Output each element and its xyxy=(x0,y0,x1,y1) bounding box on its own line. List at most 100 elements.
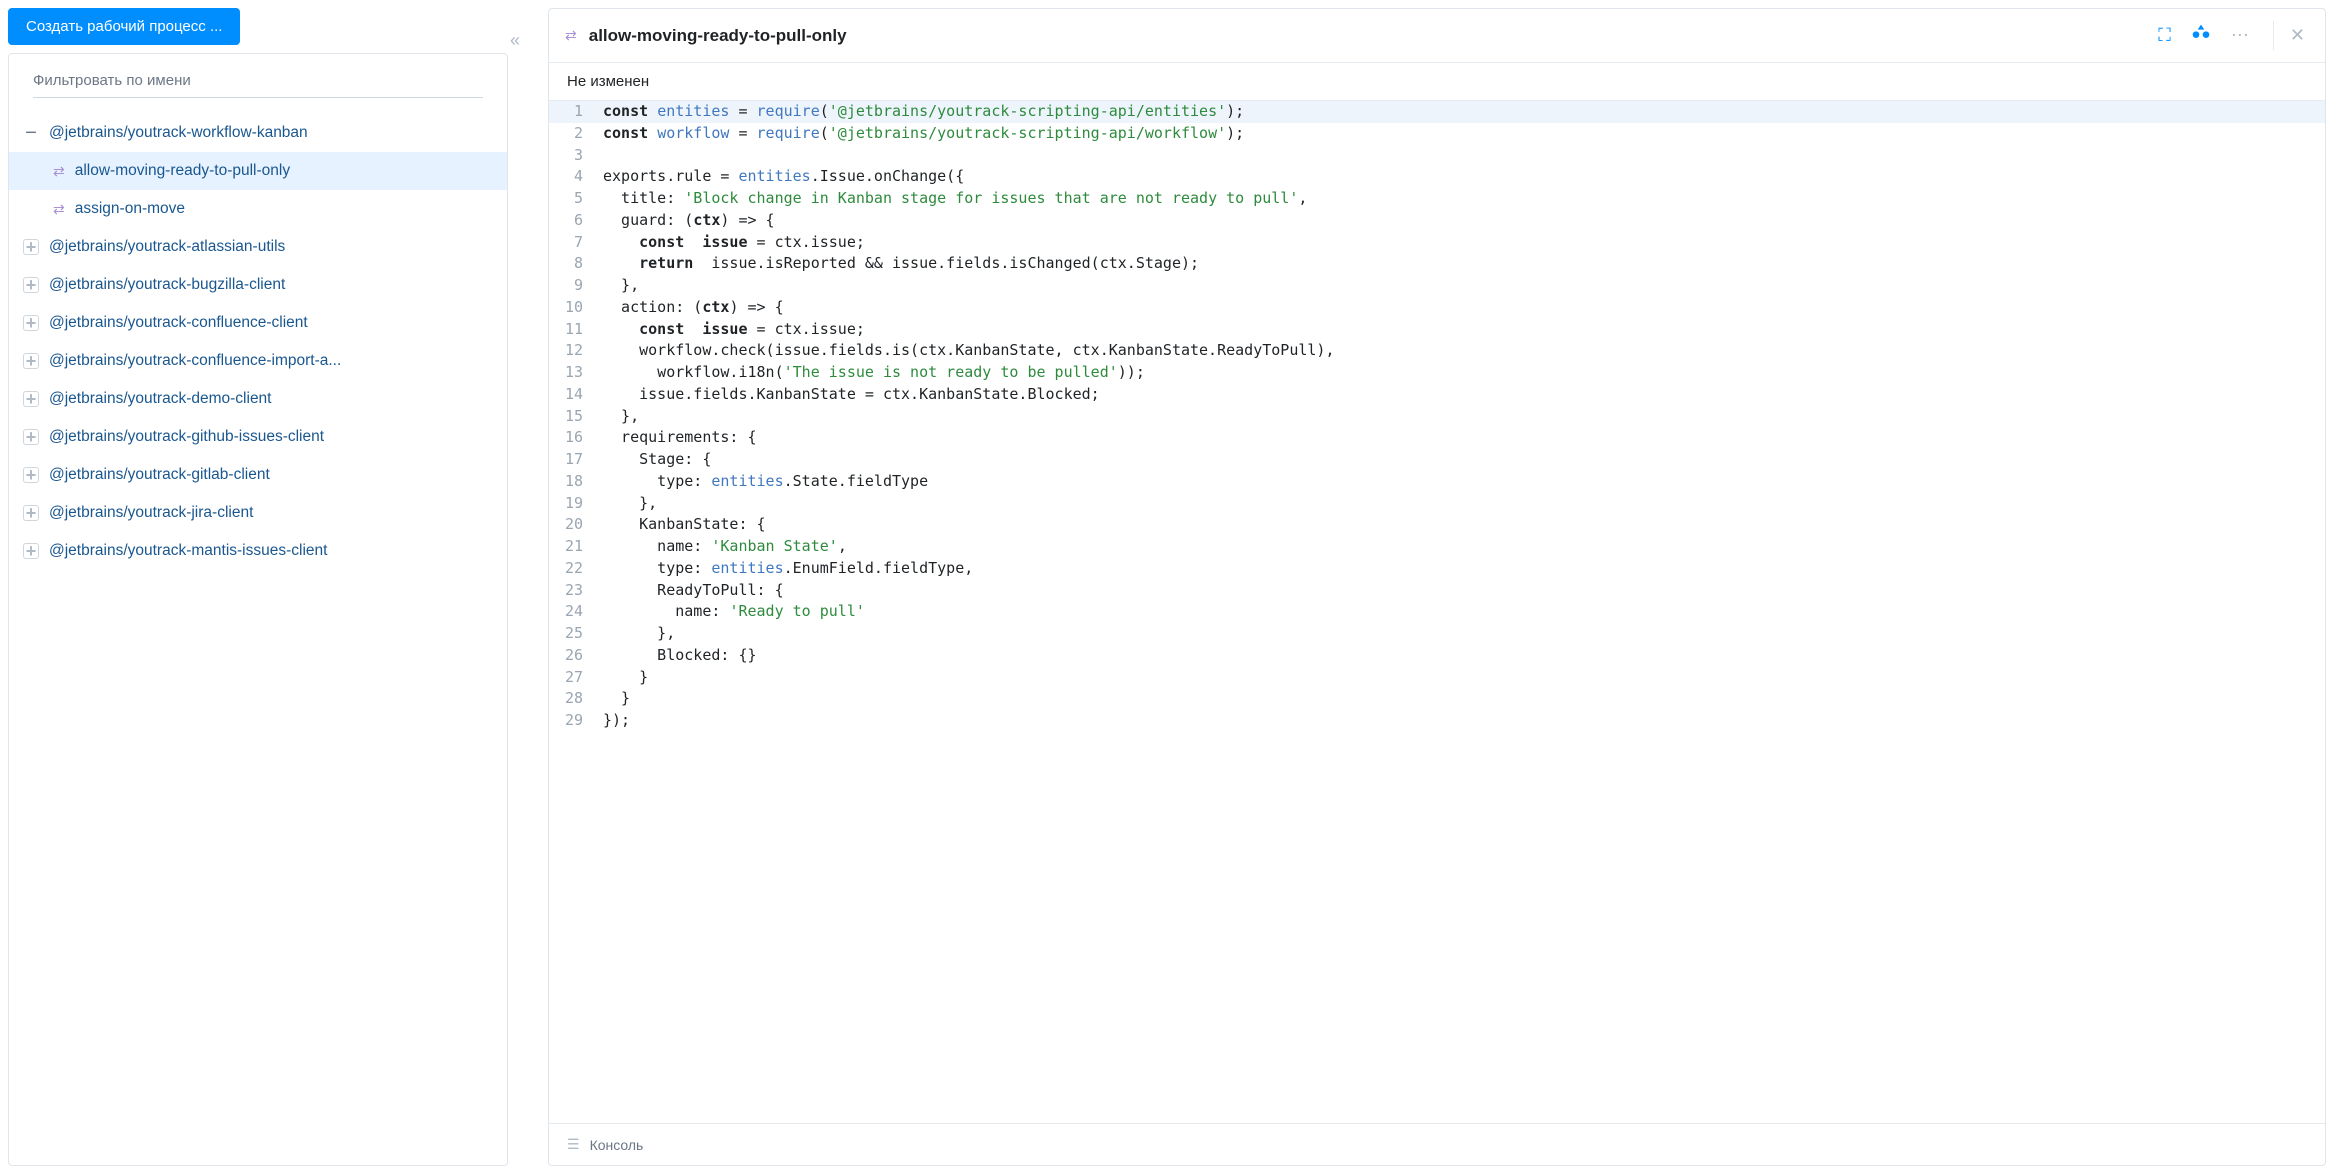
code-line[interactable]: 13 workflow.i18n('The issue is not ready… xyxy=(549,362,2325,384)
create-workflow-button[interactable]: Создать рабочий процесс ... xyxy=(8,8,240,45)
line-number: 3 xyxy=(549,145,595,167)
tree-item-collapsed[interactable]: + @jetbrains/youtrack-demo-client xyxy=(9,380,507,418)
console-toggle[interactable]: ☰ Консоль xyxy=(549,1123,2325,1165)
code-content: return issue.isReported && issue.fields.… xyxy=(595,253,1199,275)
line-number: 7 xyxy=(549,232,595,254)
code-line[interactable]: 22 type: entities.EnumField.fieldType, xyxy=(549,558,2325,580)
code-line[interactable]: 12 workflow.check(issue.fields.is(ctx.Ka… xyxy=(549,340,2325,362)
code-line[interactable]: 16 requirements: { xyxy=(549,427,2325,449)
line-number: 24 xyxy=(549,601,595,623)
workflow-icon: ⇄ xyxy=(53,163,65,180)
console-icon: ☰ xyxy=(567,1136,580,1153)
code-line[interactable]: 26 Blocked: {} xyxy=(549,645,2325,667)
code-content: } xyxy=(595,667,648,689)
tree-item-collapsed[interactable]: + @jetbrains/youtrack-github-issues-clien… xyxy=(9,418,507,456)
code-line[interactable]: 7 const issue = ctx.issue; xyxy=(549,232,2325,254)
code-line[interactable]: 27 } xyxy=(549,667,2325,689)
workflow-tree: − @jetbrains/youtrack-workflow-kanban ⇄ … xyxy=(9,108,507,576)
code-line[interactable]: 2const workflow = require('@jetbrains/yo… xyxy=(549,123,2325,145)
expand-icon[interactable]: + xyxy=(23,543,39,559)
code-line[interactable]: 28 } xyxy=(549,688,2325,710)
code-content: const workflow = require('@jetbrains/you… xyxy=(595,123,1244,145)
line-number: 28 xyxy=(549,688,595,710)
tree-label: @jetbrains/youtrack-gitlab-client xyxy=(49,466,270,484)
code-line[interactable]: 25 }, xyxy=(549,623,2325,645)
code-content: Blocked: {} xyxy=(595,645,757,667)
code-content: const issue = ctx.issue; xyxy=(595,319,865,341)
code-content: issue.fields.KanbanState = ctx.KanbanSta… xyxy=(595,384,1100,406)
tree-item-collapsed[interactable]: +@jetbrains/youtrack-confluence-import-a… xyxy=(9,342,507,380)
code-content: requirements: { xyxy=(595,427,757,449)
tree-item-collapsed[interactable]: +@jetbrains/youtrack-mantis-issues-clien… xyxy=(9,532,507,570)
code-content: type: entities.EnumField.fieldType, xyxy=(595,558,973,580)
line-number: 18 xyxy=(549,471,595,493)
collapse-sidebar-icon[interactable]: « xyxy=(510,30,516,51)
expand-icon[interactable]: + xyxy=(23,467,39,483)
tree-item-collapsed[interactable]: +@jetbrains/youtrack-bugzilla-client xyxy=(9,266,507,304)
code-content: title: 'Block change in Kanban stage for… xyxy=(595,188,1307,210)
code-line[interactable]: 6 guard: (ctx) => { xyxy=(549,210,2325,232)
code-line[interactable]: 8 return issue.isReported && issue.field… xyxy=(549,253,2325,275)
expand-icon[interactable]: + xyxy=(23,277,39,293)
incognito-icon[interactable] xyxy=(2187,19,2215,52)
code-line[interactable]: 11 const issue = ctx.issue; xyxy=(549,319,2325,341)
filter-input[interactable] xyxy=(33,64,483,98)
code-content: Stage: { xyxy=(595,449,711,471)
code-content: }, xyxy=(595,275,639,297)
code-line[interactable]: 1const entities = require('@jetbrains/yo… xyxy=(549,101,2325,123)
tree-child[interactable]: ⇄ assign-on-move xyxy=(9,190,507,228)
code-line[interactable]: 23 ReadyToPull: { xyxy=(549,580,2325,602)
expand-icon[interactable]: + xyxy=(23,505,39,521)
code-line[interactable]: 20 KanbanState: { xyxy=(549,514,2325,536)
line-number: 16 xyxy=(549,427,595,449)
workflow-icon: ⇄ xyxy=(565,27,577,44)
code-content: KanbanState: { xyxy=(595,514,766,536)
tree-item-collapsed[interactable]: +@jetbrains/youtrack-confluence-client xyxy=(9,304,507,342)
tree-item-collapsed[interactable]: +@jetbrains/youtrack-jira-client xyxy=(9,494,507,532)
code-content: }, xyxy=(595,406,639,428)
tree-label: @jetbrains/youtrack-demo-client xyxy=(49,390,272,408)
expand-icon[interactable]: + xyxy=(23,429,39,445)
tree-label: @jetbrains/youtrack-atlassian-utils xyxy=(49,238,285,256)
editor-header: ⇄ allow-moving-ready-to-pull-only ⛶ ⋯ ✕ xyxy=(549,9,2325,63)
code-line[interactable]: 10 action: (ctx) => { xyxy=(549,297,2325,319)
line-number: 8 xyxy=(549,253,595,275)
line-number: 25 xyxy=(549,623,595,645)
expand-icon[interactable]: + xyxy=(23,353,39,369)
tree-item-collapsed[interactable]: + @jetbrains/youtrack-gitlab-client xyxy=(9,456,507,494)
code-content: workflow.i18n('The issue is not ready to… xyxy=(595,362,1145,384)
code-content xyxy=(595,145,603,167)
tree-label: @jetbrains/youtrack-github-issues-client xyxy=(49,428,324,446)
line-number: 23 xyxy=(549,580,595,602)
close-icon[interactable]: ✕ xyxy=(2273,21,2309,50)
line-number: 26 xyxy=(549,645,595,667)
tree-item-expanded[interactable]: − @jetbrains/youtrack-workflow-kanban xyxy=(9,114,507,152)
code-line[interactable]: 29}); xyxy=(549,710,2325,732)
code-content: type: entities.State.fieldType xyxy=(595,471,928,493)
code-line[interactable]: 9 }, xyxy=(549,275,2325,297)
code-line[interactable]: 15 }, xyxy=(549,406,2325,428)
line-number: 2 xyxy=(549,123,595,145)
code-line[interactable]: 21 name: 'Kanban State', xyxy=(549,536,2325,558)
expand-icon[interactable]: + xyxy=(23,239,39,255)
code-line[interactable]: 3 xyxy=(549,145,2325,167)
line-number: 12 xyxy=(549,340,595,362)
code-line[interactable]: 5 title: 'Block change in Kanban stage f… xyxy=(549,188,2325,210)
expand-icon[interactable]: ⛶ xyxy=(2154,21,2175,50)
code-line[interactable]: 19 }, xyxy=(549,493,2325,515)
code-content: workflow.check(issue.fields.is(ctx.Kanba… xyxy=(595,340,1335,362)
expand-icon[interactable]: + xyxy=(23,391,39,407)
more-icon[interactable]: ⋯ xyxy=(2227,21,2253,50)
code-editor[interactable]: 1const entities = require('@jetbrains/yo… xyxy=(549,101,2325,1123)
code-line[interactable]: 17 Stage: { xyxy=(549,449,2325,471)
expand-icon[interactable]: + xyxy=(23,315,39,331)
collapse-icon[interactable]: − xyxy=(23,125,39,141)
tree-child-selected[interactable]: ⇄ allow-moving-ready-to-pull-only xyxy=(9,152,507,190)
code-line[interactable]: 24 name: 'Ready to pull' xyxy=(549,601,2325,623)
line-number: 14 xyxy=(549,384,595,406)
tree-item-collapsed[interactable]: + @jetbrains/youtrack-atlassian-utils xyxy=(9,228,507,266)
workflow-icon: ⇄ xyxy=(53,201,65,218)
code-line[interactable]: 4exports.rule = entities.Issue.onChange(… xyxy=(549,166,2325,188)
code-line[interactable]: 14 issue.fields.KanbanState = ctx.Kanban… xyxy=(549,384,2325,406)
code-line[interactable]: 18 type: entities.State.fieldType xyxy=(549,471,2325,493)
